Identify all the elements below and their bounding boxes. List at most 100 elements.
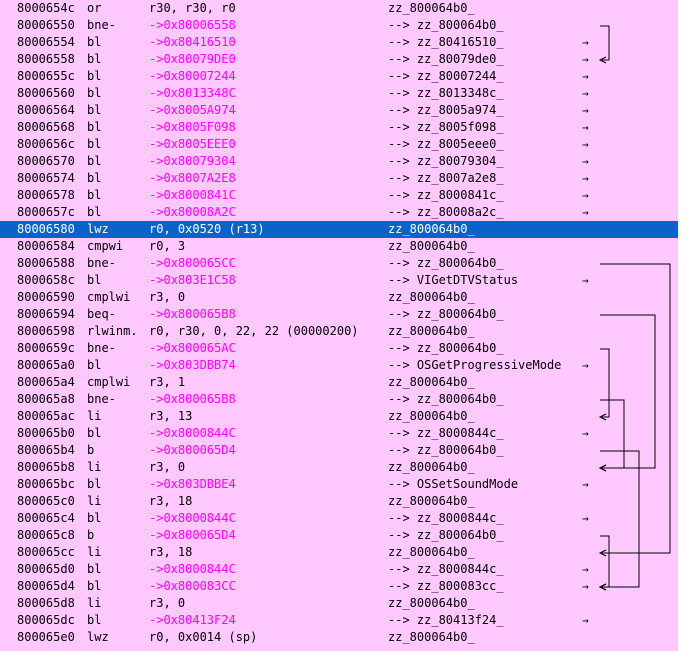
right-arrow-icon: →: [582, 563, 589, 576]
instruction-row[interactable]: 800065b0 bl ->0x8000844C --> zz_8000844c_ →: [0, 425, 678, 442]
target-label-cell: --> zz_80079304_: [388, 154, 504, 168]
instruction-row[interactable]: 8000656c bl ->0x8005EEE0 --> zz_8005eee0_ →: [0, 136, 678, 153]
operands-cell: r30, r30, r0: [149, 1, 236, 15]
right-arrow-icon: →: [582, 189, 589, 202]
instruction-row[interactable]: 80006564 bl ->0x8005A974 --> zz_8005a974_ →: [0, 102, 678, 119]
instruction-row[interactable]: 80006550 bne- ->0x80006558 --> zz_800064b0_: [0, 17, 678, 34]
instruction-row[interactable]: 800065e0 lwz r0, 0x0014 (sp) zz_800064b0_: [0, 629, 678, 646]
scrollbar[interactable]: [678, 0, 689, 651]
instruction-row[interactable]: 80006574 bl ->0x8007A2E8 --> zz_8007a2e8_ →: [0, 170, 678, 187]
mnemonic-cell: rlwinm.: [87, 324, 138, 338]
mnemonic-cell: bl: [87, 426, 102, 440]
mnemonic-cell: b: [87, 528, 95, 542]
instruction-row[interactable]: 800065d0 bl ->0x8000844C --> zz_8000844c_ →: [0, 561, 678, 578]
instruction-row[interactable]: 800065a0 bl ->0x803DBB74 --> OSGetProgressi…: [0, 357, 678, 374]
mnemonic-cell: bne-: [87, 18, 116, 32]
right-arrow-icon: →: [582, 53, 589, 66]
mnemonic-cell: bl: [87, 613, 102, 627]
address-cell: 80006550: [17, 18, 75, 32]
instruction-row[interactable]: 800065a4 cmplwi r3, 1 zz_800064b0_: [0, 374, 678, 391]
instruction-row[interactable]: 80006584 cmpwi r0, 3 zz_800064b0_: [0, 238, 678, 255]
target-label-cell: --> zz_80413f24_: [388, 613, 504, 627]
mnemonic-cell: bl: [87, 273, 102, 287]
target-label-cell: zz_800064b0_: [388, 324, 475, 338]
address-cell: 8000655c: [17, 69, 75, 83]
instruction-row[interactable]: 80006588 bne- ->0x800065CC --> zz_800064b0_: [0, 255, 678, 272]
selected-instruction-row[interactable]: 80006580 lwz r0, 0x0520 (r13) zz_800064b0_: [0, 221, 678, 238]
address-cell: 80006574: [17, 171, 75, 185]
target-label-cell: zz_800064b0_: [388, 630, 475, 644]
instruction-row[interactable]: 8000659c bne- ->0x800065AC --> zz_800064b0_: [0, 340, 678, 357]
instruction-row[interactable]: 800065c0 li r3, 18 zz_800064b0_: [0, 493, 678, 510]
address-cell: 80006570: [17, 154, 75, 168]
address-cell: 8000658c: [17, 273, 75, 287]
address-cell: 800065a8: [17, 392, 75, 406]
address-cell: 80006584: [17, 239, 75, 253]
instruction-row[interactable]: 8000658c bl ->0x803E1C58 --> VIGetDTVStatus…: [0, 272, 678, 289]
address-cell: 80006554: [17, 35, 75, 49]
instruction-row[interactable]: 800065d8 li r3, 0 zz_800064b0_: [0, 595, 678, 612]
instruction-row[interactable]: 800065a8 bne- ->0x800065B8 --> zz_800064b0_: [0, 391, 678, 408]
right-arrow-icon: →: [582, 70, 589, 83]
instruction-row[interactable]: 800065dc bl ->0x80413F24 --> zz_80413f24_ →: [0, 612, 678, 629]
instruction-row[interactable]: 80006568 bl ->0x8005F098 --> zz_8005f098_ →: [0, 119, 678, 136]
right-arrow-icon: →: [582, 614, 589, 627]
operands-cell: ->0x80413F24: [149, 613, 236, 627]
instruction-row[interactable]: 80006554 bl ->0x80416510 --> zz_80416510_ →: [0, 34, 678, 51]
instruction-row[interactable]: 800065cc li r3, 18 zz_800064b0_: [0, 544, 678, 561]
instruction-row[interactable]: 80006578 bl ->0x8000841C --> zz_8000841c_ →: [0, 187, 678, 204]
right-arrow-icon: →: [582, 478, 589, 491]
address-cell: 80006558: [17, 52, 75, 66]
instruction-row[interactable]: 80006594 beq- ->0x800065B8 --> zz_800064b0_: [0, 306, 678, 323]
instruction-row[interactable]: 80006598 rlwinm. r0, r30, 0, 22, 22 (00000…: [0, 323, 678, 340]
instruction-row[interactable]: 800065b4 b ->0x800065D4 --> zz_800064b0_: [0, 442, 678, 459]
operands-cell: ->0x800065B8: [149, 307, 236, 321]
address-cell: 80006580: [17, 222, 75, 236]
mnemonic-cell: li: [87, 494, 102, 508]
address-cell: 80006560: [17, 86, 75, 100]
target-label-cell: zz_800064b0_: [388, 375, 475, 389]
instruction-row[interactable]: 800065ac li r3, 13 zz_800064b0_: [0, 408, 678, 425]
right-arrow-icon: →: [582, 87, 589, 100]
operands-cell: r3, 18: [149, 545, 193, 559]
operands-cell: r3, 18: [149, 494, 193, 508]
disassembly-listing[interactable]: 8000654c or r30, r30, r0 zz_800064b0_ 800065…: [0, 0, 678, 651]
operands-cell: ->0x80008A2C: [149, 205, 236, 219]
mnemonic-cell: bl: [87, 358, 102, 372]
operands-cell: ->0x800065D4: [149, 528, 236, 542]
operands-cell: ->0x8007A2E8: [149, 171, 236, 185]
instruction-row[interactable]: 8000657c bl ->0x80008A2C --> zz_80008a2c_ →: [0, 204, 678, 221]
instruction-row[interactable]: 800065c4 bl ->0x8000844C --> zz_8000844c_ →: [0, 510, 678, 527]
mnemonic-cell: bl: [87, 511, 102, 525]
instruction-row[interactable]: 80006570 bl ->0x80079304 --> zz_80079304_ →: [0, 153, 678, 170]
instruction-row[interactable]: 800065d4 bl ->0x800083CC --> zz_800083cc_ →: [0, 578, 678, 595]
instruction-row[interactable]: 800065c8 b ->0x800065D4 --> zz_800064b0_: [0, 527, 678, 544]
target-label-cell: zz_800064b0_: [388, 545, 475, 559]
instruction-row[interactable]: 80006590 cmplwi r3, 0 zz_800064b0_: [0, 289, 678, 306]
instruction-row[interactable]: 80006558 bl ->0x80079DE0 --> zz_80079de0_ →: [0, 51, 678, 68]
instruction-row[interactable]: 800065bc bl ->0x803DBBE4 --> OSSetSoundMode…: [0, 476, 678, 493]
address-cell: 8000656c: [17, 137, 75, 151]
instruction-row[interactable]: 80006560 bl ->0x8013348C --> zz_8013348c_ →: [0, 85, 678, 102]
instruction-row[interactable]: 8000654c or r30, r30, r0 zz_800064b0_: [0, 0, 678, 17]
target-label-cell: --> zz_80007244_: [388, 69, 504, 83]
operands-cell: ->0x8000844C: [149, 511, 236, 525]
operands-cell: r3, 13: [149, 409, 193, 423]
mnemonic-cell: bl: [87, 103, 102, 117]
target-label-cell: --> zz_8005f098_: [388, 120, 504, 134]
address-cell: 800065b4: [17, 443, 75, 457]
instruction-row[interactable]: 800065b8 li r3, 0 zz_800064b0_: [0, 459, 678, 476]
instruction-row[interactable]: 8000655c bl ->0x80007244 --> zz_80007244_ →: [0, 68, 678, 85]
address-cell: 80006598: [17, 324, 75, 338]
address-cell: 800065c8: [17, 528, 75, 542]
mnemonic-cell: bl: [87, 562, 102, 576]
mnemonic-cell: bne-: [87, 341, 116, 355]
right-arrow-icon: →: [582, 121, 589, 134]
address-cell: 80006594: [17, 307, 75, 321]
right-arrow-icon: →: [582, 580, 589, 593]
target-label-cell: --> zz_800064b0_: [388, 443, 504, 457]
operands-cell: ->0x803E1C58: [149, 273, 236, 287]
address-cell: 800065c4: [17, 511, 75, 525]
address-cell: 800065b8: [17, 460, 75, 474]
mnemonic-cell: bl: [87, 52, 102, 66]
